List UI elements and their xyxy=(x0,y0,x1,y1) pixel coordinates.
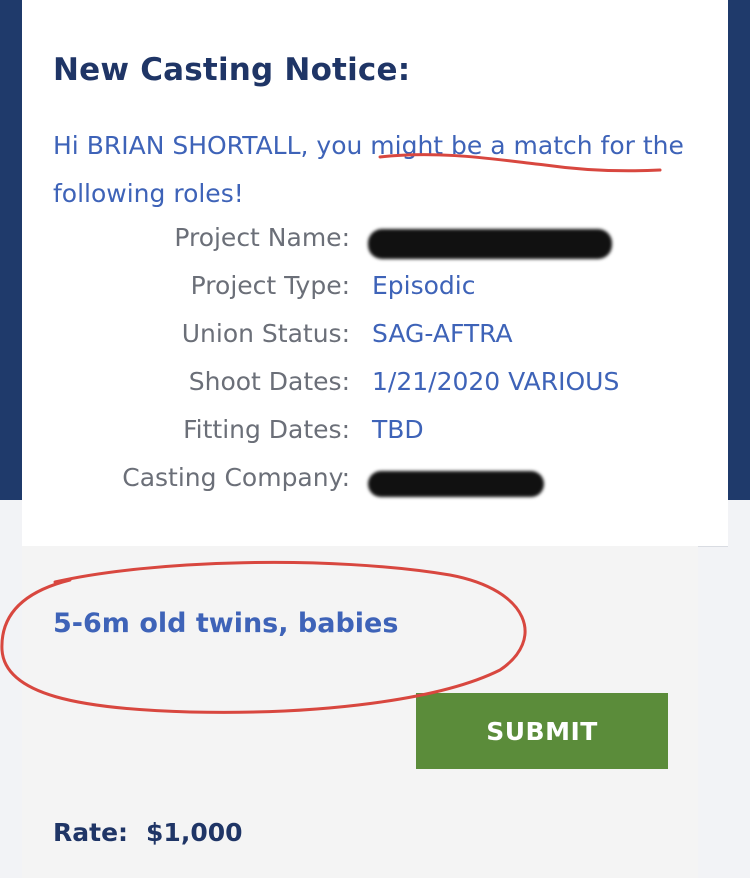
detail-row-project-type: Project Type: Episodic xyxy=(0,271,750,319)
notice-title: New Casting Notice: xyxy=(53,52,411,88)
notice-intro: Hi BRIAN SHORTALL, you might be a match … xyxy=(53,131,684,208)
detail-label: Project Name: xyxy=(174,223,350,252)
detail-label: Shoot Dates: xyxy=(188,367,350,396)
detail-label: Fitting Dates: xyxy=(183,415,350,444)
detail-value: Episodic xyxy=(372,271,476,300)
detail-row-shoot-dates: Shoot Dates: 1/21/2020 VARIOUS xyxy=(0,367,750,415)
detail-value: TBD xyxy=(372,415,424,444)
detail-label: Project Type: xyxy=(190,271,350,300)
rate-value: $1,000 xyxy=(146,818,243,847)
rate-line: Rate: $1,000 xyxy=(53,818,243,847)
role-title[interactable]: 5-6m old twins, babies xyxy=(53,608,398,639)
detail-label: Union Status: xyxy=(181,319,350,348)
detail-row-union-status: Union Status: SAG-AFTRA xyxy=(0,319,750,367)
detail-label: Casting Company: xyxy=(122,463,350,492)
rate-label: Rate: xyxy=(53,818,129,847)
detail-value: 1/21/2020 VARIOUS xyxy=(372,367,620,396)
submit-button[interactable]: SUBMIT xyxy=(416,693,668,769)
detail-row-project-name: Project Name: xyxy=(0,223,750,271)
detail-row-casting-company: Casting Company: xyxy=(0,463,750,511)
detail-value: SAG-AFTRA xyxy=(372,319,513,348)
redaction-mark xyxy=(368,229,612,259)
redaction-mark xyxy=(368,471,544,497)
detail-row-fitting-dates: Fitting Dates: TBD xyxy=(0,415,750,463)
